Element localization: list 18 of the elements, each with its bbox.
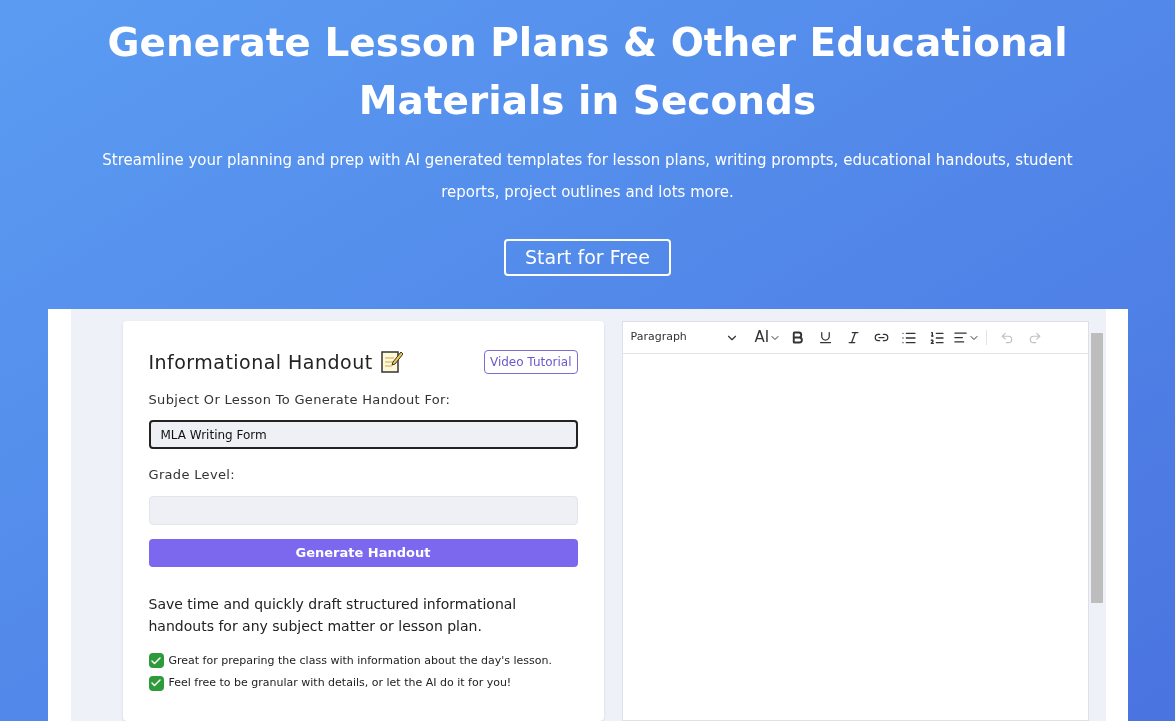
generate-handout-button[interactable]: Generate Handout <box>148 538 578 567</box>
hero-title: Generate Lesson Plans & Other Educational Materials in Seconds <box>106 19 1069 125</box>
input-field[interactable]: MLA Writing Form <box>148 420 578 449</box>
field-label: Grade Level: <box>148 466 236 484</box>
scrollbar[interactable] <box>1090 333 1103 603</box>
align-left-icon <box>953 330 969 345</box>
font-size-dropdown[interactable]: AI <box>754 326 782 349</box>
form-title: Informational Handout <box>148 350 373 375</box>
paragraph-dropdown[interactable]: Paragraph <box>630 329 739 346</box>
feature-text: Great for preparing the class with information about the day's lesson. <box>168 652 552 669</box>
field-label: Subject Or Lesson To Generate Handout For: <box>148 390 452 409</box>
form-description: Save time and quickly draft structured informational handouts for any subject matter or lesson plan. <box>148 594 518 636</box>
notepad-icon <box>380 350 403 375</box>
feature-text: Feel free to be granular with details, or let the AI do it for you! <box>168 675 512 691</box>
video-tutorial-button[interactable]: Video Tutorial <box>483 350 578 374</box>
hero-subtitle: Streamline your planning and prep with AI generated templates for lesson plans, writing prompts, educational handouts, student reports, project outlines and lots more. <box>101 150 1074 203</box>
input-field[interactable] <box>148 495 578 525</box>
align-dropdown[interactable] <box>953 330 988 345</box>
